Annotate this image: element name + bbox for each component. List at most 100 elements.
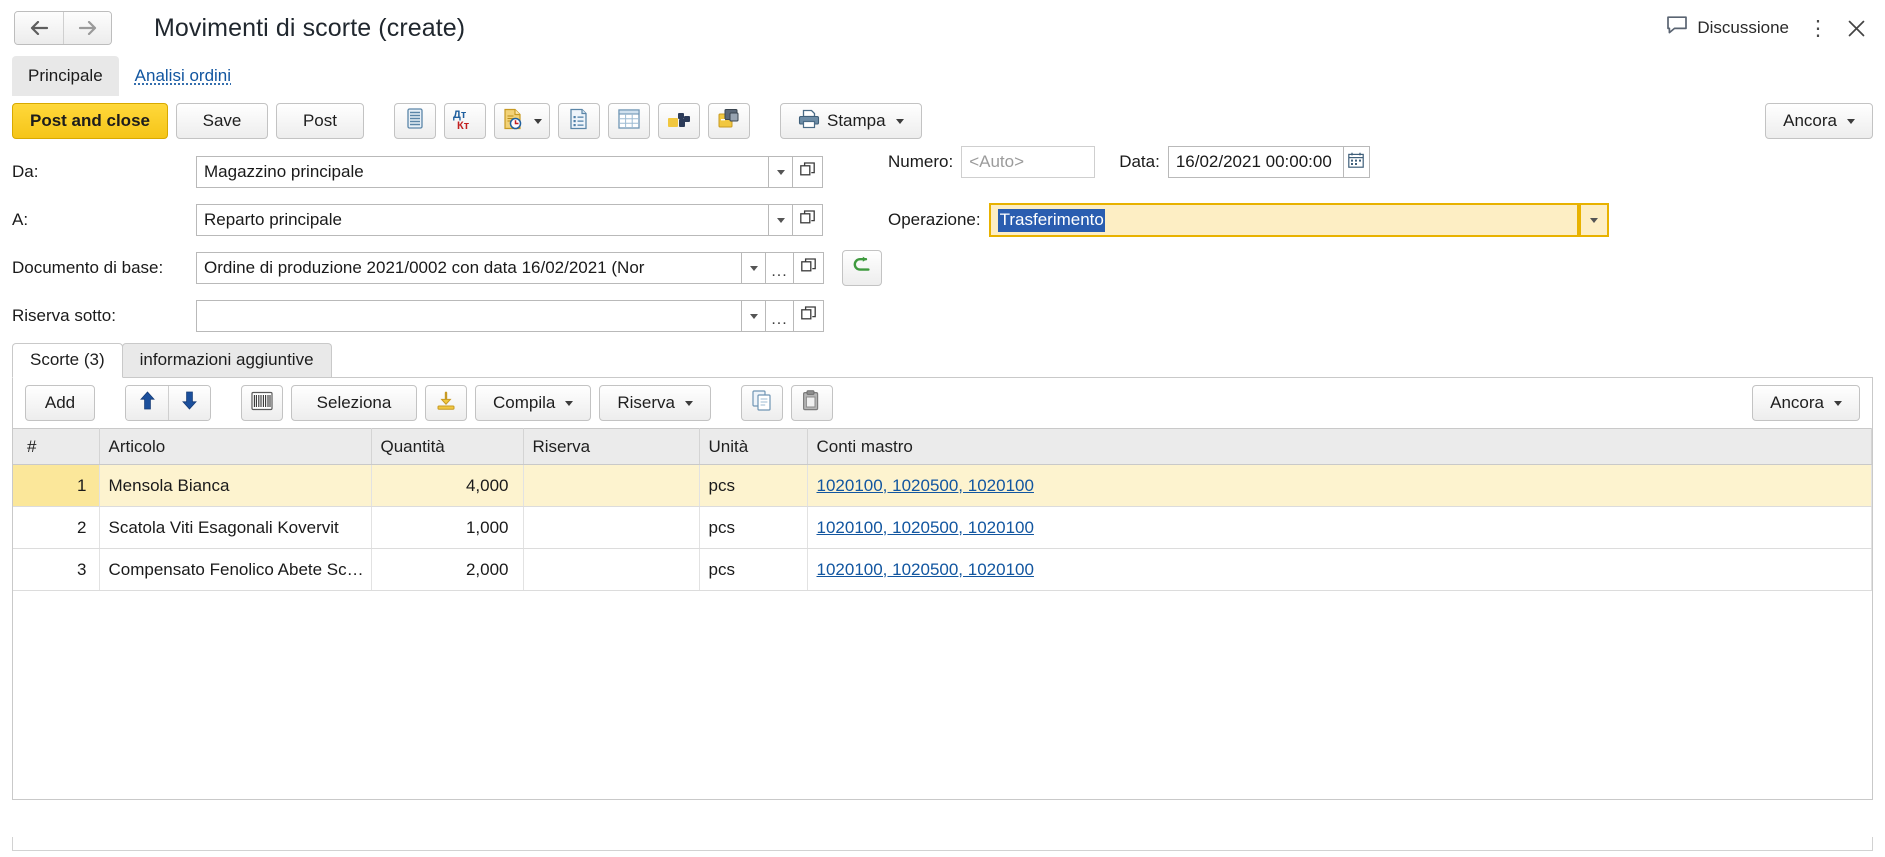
da-dropdown-button[interactable] xyxy=(769,156,793,188)
da-open-button[interactable] xyxy=(793,156,823,188)
more-menu-button[interactable]: ⋮ xyxy=(1801,11,1835,45)
riserva-dropdown-button[interactable] xyxy=(742,300,766,332)
report-list-button[interactable] xyxy=(557,103,600,139)
post-button[interactable]: Post xyxy=(275,103,364,139)
table-row[interactable]: 2 Scatola Viti Esagonali Kovervit 1,000 … xyxy=(13,506,1872,549)
numero-field-group[interactable]: <Auto> xyxy=(961,146,1096,178)
documento-ellipsis-button[interactable]: ... xyxy=(766,252,794,284)
save-button[interactable]: Save xyxy=(175,103,268,139)
move-row-down-button[interactable] xyxy=(168,386,210,420)
debit-credit-icon-button[interactable]: Дт Кт xyxy=(443,103,486,139)
column-header-articolo[interactable]: Articolo xyxy=(99,428,372,465)
post-and-close-button[interactable]: Post and close xyxy=(12,103,168,139)
cell-articolo[interactable]: Scatola Viti Esagonali Kovervit xyxy=(99,506,372,549)
stampa-button[interactable]: Stampa xyxy=(779,103,922,139)
cell-riserva[interactable] xyxy=(523,464,700,507)
document-history-button[interactable] xyxy=(493,103,550,139)
data-field-group[interactable]: 16/02/2021 00:00:00 xyxy=(1167,146,1370,178)
chevron-down-icon xyxy=(1589,217,1598,223)
seleziona-button[interactable]: Seleziona xyxy=(291,385,417,421)
cell-quantita[interactable]: 2,000 xyxy=(371,548,524,591)
riserva-input[interactable] xyxy=(196,300,742,332)
ledger-icon-button[interactable] xyxy=(393,103,436,139)
conti-mastro-link[interactable]: 1020100, 1020500, 1020100 xyxy=(817,560,1034,579)
riserva-button[interactable]: Riserva xyxy=(599,385,711,421)
grid-toolbar: Add Seleziona Compila Riserva Ancora xyxy=(13,378,1872,428)
riserva-field-group[interactable]: ... xyxy=(196,300,824,332)
horizontal-scroll-strip[interactable] xyxy=(12,837,1873,851)
table-row[interactable]: 3 Compensato Fenolico Abete Sc… 2,000 pc… xyxy=(13,548,1872,591)
operazione-field-group[interactable]: Trasferimento xyxy=(988,203,1609,237)
discussione-button[interactable]: Discussione xyxy=(1658,11,1797,45)
da-field-group[interactable]: Magazzino principale xyxy=(196,156,823,188)
column-header-conti-mastro[interactable]: Conti mastro xyxy=(807,428,1872,465)
refill-from-document-button[interactable] xyxy=(842,250,882,286)
copy-button[interactable] xyxy=(740,385,783,421)
tab-principale-label: Principale xyxy=(28,66,103,85)
archive-lock-icon xyxy=(718,108,740,134)
operazione-dropdown-button[interactable] xyxy=(1578,203,1609,237)
documento-field-group[interactable]: Ordine di produzione 2021/0002 con data … xyxy=(196,252,824,284)
numero-input[interactable]: <Auto> xyxy=(961,146,1096,178)
move-row-group[interactable] xyxy=(125,385,211,421)
conti-mastro-link[interactable]: 1020100, 1020500, 1020100 xyxy=(817,518,1034,537)
add-row-button[interactable]: Add xyxy=(25,385,95,421)
cell-riserva[interactable] xyxy=(523,506,700,549)
archive-lock-button[interactable] xyxy=(707,103,750,139)
column-header-riserva[interactable]: Riserva xyxy=(523,428,700,465)
data-label: Data: xyxy=(1119,152,1160,171)
structure-button[interactable] xyxy=(657,103,700,139)
cell-quantita[interactable]: 1,000 xyxy=(371,506,524,549)
forward-button[interactable] xyxy=(63,12,111,44)
documento-input[interactable]: Ordine di produzione 2021/0002 con data … xyxy=(196,252,742,284)
spreadsheet-button[interactable] xyxy=(607,103,650,139)
tab-informazioni-aggiuntive[interactable]: informazioni aggiuntive xyxy=(121,343,332,377)
fill-download-button[interactable] xyxy=(425,385,467,421)
move-row-up-button[interactable] xyxy=(126,386,168,420)
compila-button[interactable]: Compila xyxy=(475,385,592,421)
cell-unita[interactable]: pcs xyxy=(699,464,808,507)
tab-scorte[interactable]: Scorte (3) xyxy=(12,343,123,378)
close-button[interactable] xyxy=(1839,11,1873,45)
document-history-caret-icon xyxy=(533,118,542,124)
column-header-index[interactable]: # xyxy=(13,428,100,465)
da-input[interactable]: Magazzino principale xyxy=(196,156,769,188)
cell-conti-mastro[interactable]: 1020100, 1020500, 1020100 xyxy=(807,548,1872,591)
cell-riserva[interactable] xyxy=(523,548,700,591)
ancora-toolbar-button[interactable]: Ancora xyxy=(1765,103,1873,139)
operazione-input[interactable]: Trasferimento xyxy=(988,203,1579,237)
barcode-scan-button[interactable] xyxy=(241,385,283,421)
cell-articolo[interactable]: Compensato Fenolico Abete Sc… xyxy=(99,548,372,591)
table-row[interactable]: 1 Mensola Bianca 4,000 pcs 1020100, 1020… xyxy=(13,464,1872,507)
barcode-icon xyxy=(251,391,273,416)
operazione-group: Operazione: Trasferimento xyxy=(888,203,1609,237)
paste-button[interactable] xyxy=(790,385,833,421)
cell-conti-mastro[interactable]: 1020100, 1020500, 1020100 xyxy=(807,464,1872,507)
arrow-down-icon xyxy=(182,391,197,415)
data-input[interactable]: 16/02/2021 00:00:00 xyxy=(1167,146,1344,178)
tab-principale[interactable]: Principale xyxy=(12,56,119,96)
a-input[interactable]: Reparto principale xyxy=(196,204,769,236)
documento-dropdown-button[interactable] xyxy=(742,252,766,284)
a-open-button[interactable] xyxy=(793,204,823,236)
navigation-button-group[interactable] xyxy=(14,11,112,45)
structure-icon xyxy=(667,109,691,134)
cell-conti-mastro[interactable]: 1020100, 1020500, 1020100 xyxy=(807,506,1872,549)
cell-unita[interactable]: pcs xyxy=(699,548,808,591)
riserva-open-button[interactable] xyxy=(794,300,824,332)
data-calendar-button[interactable] xyxy=(1343,146,1370,178)
cell-quantita[interactable]: 4,000 xyxy=(371,464,524,507)
column-header-unita[interactable]: Unità xyxy=(699,428,808,465)
cell-articolo[interactable]: Mensola Bianca xyxy=(99,464,372,507)
riserva-ellipsis-button[interactable]: ... xyxy=(766,300,794,332)
column-header-quantita[interactable]: Quantità xyxy=(371,428,524,465)
conti-mastro-link[interactable]: 1020100, 1020500, 1020100 xyxy=(817,476,1034,495)
back-button[interactable] xyxy=(15,12,63,44)
inner-tab-bar: Scorte (3) informazioni aggiuntive xyxy=(12,343,1873,378)
documento-open-button[interactable] xyxy=(794,252,824,284)
a-field-group[interactable]: Reparto principale xyxy=(196,204,823,236)
tab-analisi-ordini[interactable]: Analisi ordini xyxy=(119,56,247,96)
a-dropdown-button[interactable] xyxy=(769,204,793,236)
cell-unita[interactable]: pcs xyxy=(699,506,808,549)
ancora-grid-button[interactable]: Ancora xyxy=(1752,385,1860,421)
